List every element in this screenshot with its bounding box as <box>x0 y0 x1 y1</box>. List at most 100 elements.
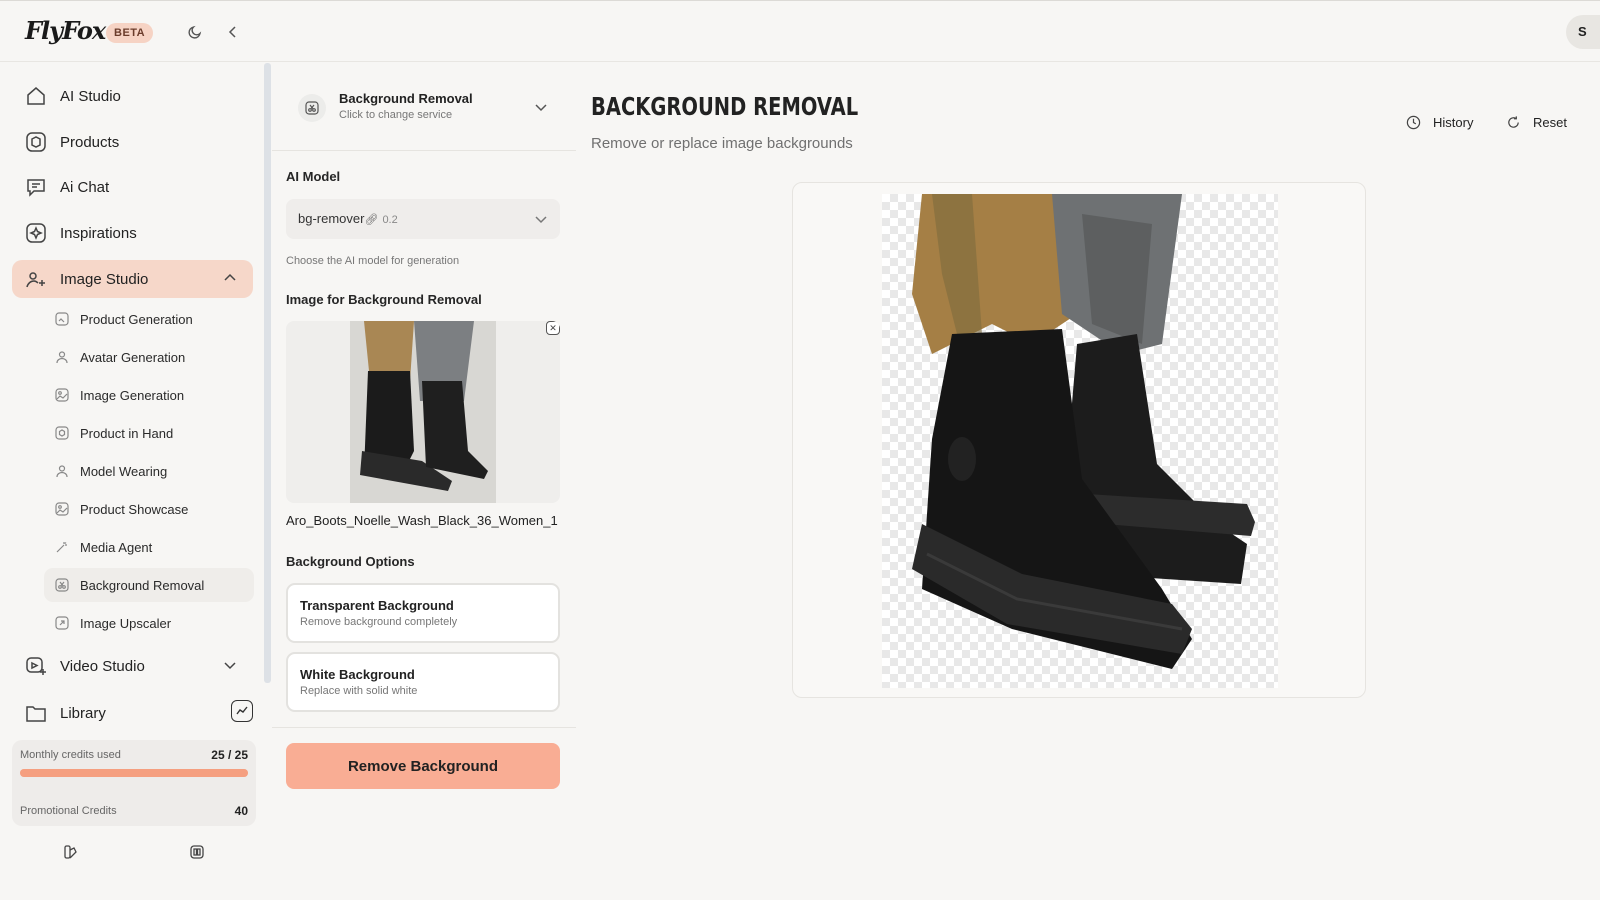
sidebar-item-ai-chat[interactable]: Ai Chat <box>12 168 253 206</box>
sidebar-item-library[interactable]: Library <box>12 694 253 732</box>
sidebar-sub-item-avatar-generation[interactable]: Avatar Generation <box>44 340 254 374</box>
model-hint: Choose the AI model for generation <box>286 255 460 267</box>
sub-item-label: Product Generation <box>80 311 193 327</box>
sub-item-label: Product Showcase <box>80 501 189 517</box>
beta-badge: BETA <box>106 23 154 43</box>
sidebar-item-image-studio[interactable]: Image Studio <box>12 260 253 298</box>
transparent-result-image <box>882 194 1278 688</box>
chevron-down-icon <box>535 104 547 112</box>
user-icon <box>54 349 70 365</box>
chat-icon <box>24 175 48 199</box>
service-subtitle: Click to change service <box>339 109 453 121</box>
product-icon <box>54 311 70 327</box>
image-icon <box>54 501 70 517</box>
sidebar-sub-item-product-generation[interactable]: Product Generation <box>44 302 254 336</box>
sidebar-item-inspirations[interactable]: Inspirations <box>12 214 253 252</box>
product-icon <box>54 425 70 441</box>
credits-progress-bar <box>20 769 248 777</box>
user-icon <box>54 463 70 479</box>
top-bar: FlyFox BETA S <box>0 0 1600 62</box>
trend-icon[interactable] <box>231 700 253 722</box>
file-name: Aro_Boots_Noelle_Wash_Black_36_Women_1 <box>286 513 558 528</box>
sidebar-sub-item-image-upscaler[interactable]: Image Upscaler <box>44 606 254 640</box>
history-button[interactable]: History <box>1405 114 1473 130</box>
chevron-up-icon <box>224 273 236 281</box>
wand-icon <box>54 539 70 555</box>
option-title: White Background <box>300 667 415 682</box>
image-icon <box>54 387 70 403</box>
book-icon[interactable] <box>188 843 206 861</box>
scissors-icon <box>298 94 326 122</box>
service-selector[interactable]: Background Removal Click to change servi… <box>272 63 576 151</box>
scissors-icon <box>54 577 70 593</box>
sub-item-label: Image Generation <box>80 387 185 403</box>
page-title: BACKGROUND REMOVAL <box>591 92 859 121</box>
sub-item-label: Background Removal <box>80 577 205 593</box>
sidebar-sub-item-background-removal[interactable]: Background Removal <box>44 568 254 602</box>
config-panel: Background Removal Click to change servi… <box>272 63 576 900</box>
sidebar-sub-item-media-agent[interactable]: Media Agent <box>44 530 254 564</box>
sub-item-label: Product in Hand <box>80 425 174 441</box>
sparkle-icon <box>24 221 48 245</box>
sidebar-item-label: Library <box>60 704 106 722</box>
sidebar-sub-item-model-wearing[interactable]: Model Wearing <box>44 454 254 488</box>
image-label: Image for Background Removal <box>286 292 482 307</box>
home-icon <box>24 84 48 108</box>
app-logo[interactable]: FlyFox <box>25 16 106 45</box>
remove-image-icon[interactable]: ✕ <box>546 321 560 335</box>
divider <box>272 727 576 728</box>
boots-cutout <box>912 194 1255 669</box>
chevron-down-icon <box>535 216 547 224</box>
sidebar-item-label: Image Studio <box>60 270 149 288</box>
sub-item-label: Avatar Generation <box>80 349 186 365</box>
collapse-chevron-icon[interactable] <box>224 23 242 41</box>
user-avatar[interactable]: S <box>1566 15 1600 49</box>
promo-credits-value: 40 <box>234 804 248 818</box>
reset-label: Reset <box>1533 114 1567 130</box>
sidebar-item-label: Ai Chat <box>60 178 110 196</box>
sidebar-sub-item-image-generation[interactable]: Image Generation <box>44 378 254 412</box>
credits-panel: Monthly credits used 25 / 25 Promotional… <box>12 740 256 826</box>
remove-background-button[interactable]: Remove Background <box>286 743 560 789</box>
option-description: Remove background completely <box>300 616 458 628</box>
folder-icon <box>24 701 48 725</box>
sub-item-label: Image Upscaler <box>80 615 172 631</box>
reset-button[interactable]: Reset <box>1505 114 1567 130</box>
promo-credits-label: Promotional Credits <box>20 805 117 817</box>
option-title: Transparent Background <box>300 598 454 613</box>
sidebar-scrollbar[interactable] <box>264 63 271 683</box>
credits-progress-fill <box>20 769 248 777</box>
boot-thumbnail <box>350 321 496 503</box>
ai-model-label: AI Model <box>286 169 341 184</box>
upscale-icon <box>54 615 70 631</box>
sub-item-label: Model Wearing <box>80 463 168 479</box>
refresh-icon <box>1505 114 1521 130</box>
sidebar-item-products[interactable]: Products <box>12 123 253 161</box>
option-transparent-background[interactable]: Transparent Background Remove background… <box>286 583 560 643</box>
swatch-icon[interactable] <box>62 843 80 861</box>
history-label: History <box>1433 114 1474 130</box>
service-title: Background Removal <box>339 91 473 106</box>
page-subtitle: Remove or replace image backgrounds <box>591 135 853 152</box>
sidebar: AI Studio Products Ai Chat Inspirations … <box>0 63 264 900</box>
monthly-credits-value: 25 / 25 <box>211 748 248 762</box>
option-description: Replace with solid white <box>300 685 418 697</box>
sidebar-item-ai-studio[interactable]: AI Studio <box>12 77 253 115</box>
result-canvas <box>792 182 1366 698</box>
sidebar-sub-item-product-in-hand[interactable]: Product in Hand <box>44 416 254 450</box>
sidebar-sub-item-product-showcase[interactable]: Product Showcase <box>44 492 254 526</box>
background-options-label: Background Options <box>286 554 415 569</box>
moon-icon[interactable] <box>186 23 204 41</box>
image-studio-icon <box>24 267 48 291</box>
sidebar-item-label: Products <box>60 133 120 151</box>
option-white-background[interactable]: White Background Replace with solid whit… <box>286 652 560 712</box>
ai-model-select[interactable]: bg-remover🔗︎ 0.2 <box>286 199 560 239</box>
sidebar-item-video-studio[interactable]: Video Studio <box>12 647 253 685</box>
clock-icon <box>1405 114 1421 130</box>
model-version: 0.2 <box>382 214 398 226</box>
sub-item-label: Media Agent <box>80 539 153 555</box>
box-icon <box>24 130 48 154</box>
model-name: bg-remover <box>298 211 365 226</box>
sidebar-item-label: Video Studio <box>60 657 145 675</box>
monthly-credits-label: Monthly credits used <box>20 749 121 761</box>
